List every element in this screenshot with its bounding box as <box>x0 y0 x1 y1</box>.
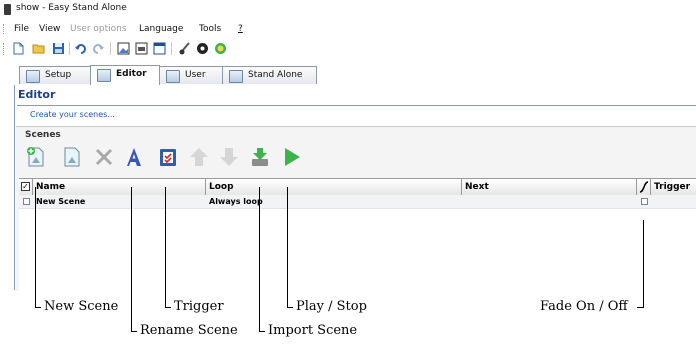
panel-subtitle: Create your scenes... <box>30 110 115 119</box>
callout-tick-rename-scene <box>131 331 137 332</box>
menu-file[interactable]: File <box>14 24 29 34</box>
callout-line-import-scene <box>259 187 260 332</box>
callout-tick-import-scene <box>259 331 265 332</box>
callout-line-trigger <box>165 187 166 308</box>
toolbar-separator <box>69 42 70 55</box>
callout-line-play-stop <box>287 187 288 308</box>
redo-icon[interactable] <box>92 42 105 55</box>
callout-fade: Fade On / Off <box>540 299 628 314</box>
trigger-icon[interactable] <box>157 146 179 168</box>
tab-user[interactable]: User <box>159 66 223 84</box>
toolbar-separator <box>110 42 111 55</box>
callout-line-rename-scene <box>131 187 132 332</box>
stand-alone-tab-icon <box>229 70 243 83</box>
panel-divider <box>17 105 696 106</box>
menu-language[interactable]: Language <box>139 24 183 34</box>
scenes-group: Scenes ✓ Name Loop Next Trigger New Scen… <box>16 126 696 291</box>
callout-line-fade <box>643 220 644 308</box>
menu-help[interactable]: ? <box>238 24 243 34</box>
scene-loop-cell[interactable]: Always loop <box>206 195 263 208</box>
menu-grip-icon <box>3 24 6 34</box>
open-folder-icon[interactable] <box>32 42 45 55</box>
tab-strip: Setup Editor User Stand Alone <box>14 65 696 86</box>
toolbar-grip-icon <box>3 43 6 55</box>
import-scene-icon[interactable] <box>249 146 271 168</box>
app-icon <box>4 4 11 15</box>
scene-name-cell[interactable]: New Scene <box>33 195 85 208</box>
column-header-fade[interactable] <box>637 179 651 195</box>
column-header-name[interactable]: Name <box>33 179 206 195</box>
editor-tab-icon <box>97 69 111 82</box>
tab-setup[interactable]: Setup <box>19 66 91 84</box>
callout-tick-trigger <box>165 307 171 308</box>
callout-rename-scene: Rename Scene <box>140 323 238 338</box>
fade-curve-icon <box>639 181 649 193</box>
panel-title: Editor <box>18 88 56 101</box>
play-stop-icon[interactable] <box>280 146 302 168</box>
title-bar: show - Easy Stand Alone <box>0 0 696 19</box>
new-document-icon[interactable] <box>12 42 25 55</box>
callout-tick-fade <box>637 307 643 308</box>
grid-icon[interactable] <box>135 42 148 55</box>
toolbar-separator <box>171 42 172 55</box>
scenes-label: Scenes <box>25 130 61 140</box>
select-all-checkbox[interactable]: ✓ <box>21 182 30 191</box>
brush-icon[interactable] <box>178 42 191 55</box>
window-title: show - Easy Stand Alone <box>16 3 127 13</box>
menu-bar: File View User options Language Tools ? <box>0 20 696 38</box>
main-toolbar <box>0 39 696 59</box>
undo-icon[interactable] <box>74 42 87 55</box>
menu-user-options[interactable]: User options <box>70 24 127 34</box>
row-select-checkbox[interactable] <box>23 198 30 205</box>
new-scene-icon[interactable] <box>25 146 47 168</box>
move-down-icon[interactable] <box>218 146 240 168</box>
callout-tick-play-stop <box>287 307 293 308</box>
callout-tick-new-scene <box>35 307 41 308</box>
move-up-icon[interactable] <box>188 146 210 168</box>
tab-label: Setup <box>45 70 72 80</box>
grid-header: ✓ Name Loop Next Trigger <box>19 178 696 196</box>
rename-scene-icon[interactable] <box>61 146 83 168</box>
fade-checkbox[interactable] <box>641 198 648 205</box>
column-header-trigger[interactable]: Trigger <box>651 179 696 195</box>
tab-stand-alone[interactable]: Stand Alone <box>222 66 317 84</box>
save-icon[interactable] <box>52 42 65 55</box>
picture-icon[interactable] <box>117 42 130 55</box>
menu-view[interactable]: View <box>39 24 60 34</box>
scene-next-cell[interactable] <box>462 195 465 208</box>
editor-panel: Editor Create your scenes... Scenes ✓ Na… <box>14 85 696 291</box>
callout-import-scene: Import Scene <box>268 323 358 338</box>
column-header-loop[interactable]: Loop <box>206 179 462 195</box>
tab-label: User <box>185 70 206 80</box>
setup-tab-icon <box>26 70 40 83</box>
callout-line-new-scene <box>35 187 36 308</box>
tab-label: Stand Alone <box>248 70 303 80</box>
table-row[interactable]: New Scene Always loop <box>19 195 696 209</box>
rename-font-icon[interactable] <box>123 146 145 168</box>
user-tab-icon <box>166 70 180 83</box>
window-icon[interactable] <box>153 42 166 55</box>
midi-icon[interactable] <box>196 42 209 55</box>
callout-trigger: Trigger <box>174 299 224 314</box>
callout-new-scene: New Scene <box>44 299 119 314</box>
header-checkbox-cell: ✓ <box>19 179 33 195</box>
tab-editor[interactable]: Editor <box>90 65 160 85</box>
tab-label: Editor <box>116 69 147 79</box>
callout-play-stop: Play / Stop <box>296 299 367 314</box>
color-wheel-icon[interactable] <box>214 42 227 55</box>
delete-scene-icon[interactable] <box>93 146 115 168</box>
scenes-grid: ✓ Name Loop Next Trigger New Scene Alway… <box>19 178 696 291</box>
menu-tools[interactable]: Tools <box>199 24 221 34</box>
column-header-next[interactable]: Next <box>462 179 637 195</box>
